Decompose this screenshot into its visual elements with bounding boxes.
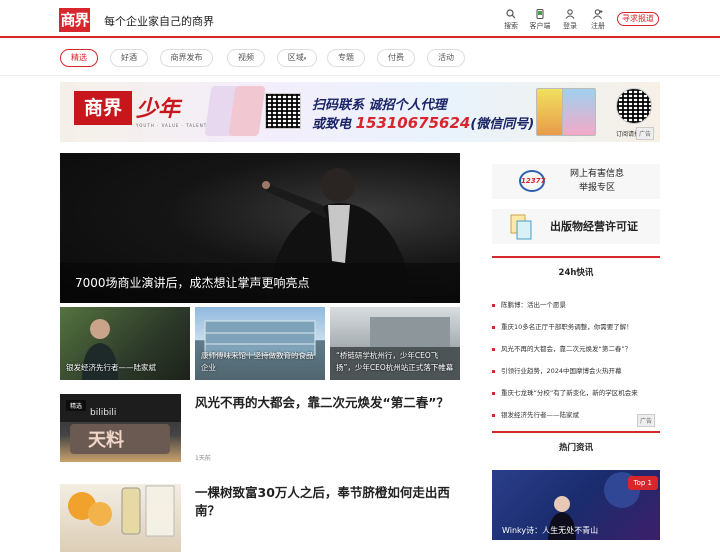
- svg-text:bilibili: bilibili: [90, 408, 116, 418]
- banner-ad[interactable]: 商界 少年 YOUTH · VALUE · TALENT 扫码联系 诚招个人代理…: [60, 82, 660, 142]
- nav-item-paid[interactable]: 付费: [377, 49, 415, 67]
- svg-text:天料: 天料: [88, 429, 124, 451]
- hot-news-card[interactable]: Top 1 Winky诗：人生无处不青山: [492, 470, 660, 540]
- banner-deco: [228, 86, 266, 136]
- phone-icon: [536, 9, 544, 19]
- tile-title: “桥链研学杭州行，少年CEO飞扬”，少年CEO杭州站正式落下帷幕: [336, 351, 454, 372]
- report-box[interactable]: 12377 网上有害信息 举报专区: [492, 164, 660, 199]
- article-time: 1天前: [195, 455, 211, 462]
- chevron-down-icon: ▾: [303, 56, 307, 62]
- hero-title: 7000场商业演讲后，成杰想让掌声更响亮点: [75, 276, 310, 290]
- banner-logo: 商界: [74, 91, 132, 125]
- banner-line2-suffix: (微信同号): [470, 117, 535, 132]
- section-divider: [492, 431, 660, 433]
- nav-item-release[interactable]: 商界发布: [160, 49, 213, 67]
- article-tile[interactable]: 康师傅味来馆丨坚持做教育的食品企业: [195, 307, 325, 380]
- category-nav: 精选 好酒 商界发布 视频 区域▾ 专题 付费 活动: [0, 40, 720, 76]
- report-badge: 12377: [519, 170, 545, 192]
- section-divider: [492, 256, 660, 258]
- nav-item-region[interactable]: 区域▾: [277, 49, 317, 67]
- article-tile[interactable]: 银发经济先行者——陆家斌: [60, 307, 190, 380]
- ad-label: 广告: [635, 127, 654, 140]
- site-logo[interactable]: 商界: [59, 8, 90, 32]
- subscribe-qr-code: [616, 88, 652, 124]
- nav-region-label: 区域: [287, 53, 304, 62]
- seek-report-button[interactable]: 寻求报道: [617, 12, 659, 26]
- user-icon: [565, 9, 575, 19]
- banner-phone: 15310675624: [355, 114, 471, 132]
- banner-line2: 或致电 15310675624(微信同号): [312, 113, 534, 132]
- article-thumbnail: [68, 485, 175, 537]
- license-label: 出版物经营许可证: [550, 220, 638, 233]
- search-tool[interactable]: 搜索: [499, 9, 523, 31]
- site-slogan: 每个企业家自己的商界: [104, 15, 214, 28]
- flash-section-title: 24h快讯: [558, 268, 594, 278]
- banner-brand-tagline: YOUTH · VALUE · TALENT: [136, 123, 208, 128]
- top-header: 商界 每个企业家自己的商界 搜索 客户端 登录 注册 寻求报道: [0, 0, 720, 38]
- tile-title: 康师傅味来馆丨坚持做教育的食品企业: [201, 351, 314, 372]
- report-line2: 举报专区: [578, 183, 615, 193]
- top1-badge: Top 1: [627, 476, 658, 490]
- nav-item-event[interactable]: 活动: [427, 49, 465, 67]
- article-image[interactable]: [60, 484, 181, 552]
- search-icon: [506, 9, 516, 19]
- magazine-cover: [562, 88, 596, 136]
- search-label: 搜索: [504, 22, 518, 30]
- nav-item-topic[interactable]: 专题: [327, 49, 365, 67]
- banner-qr-code: [265, 93, 301, 129]
- app-label: 客户端: [529, 22, 551, 30]
- report-line1: 网上有害信息: [569, 169, 624, 179]
- nav-item-featured[interactable]: 精选: [60, 49, 98, 67]
- article-title[interactable]: 一棵树致富30万人之后，奉节脐橙如何走出西南？: [195, 484, 460, 520]
- article-tile[interactable]: “桥链研学杭州行，少年CEO飞扬”，少年CEO杭州站正式落下帷幕: [330, 307, 460, 380]
- flash-item[interactable]: 重庆七龙珠“分校”有了新变化，新的学区机会来: [492, 387, 638, 397]
- ad-label: 广告: [637, 414, 656, 427]
- app-tool[interactable]: 客户端: [528, 9, 552, 31]
- hot-caption: Winky诗：人生无处不青山: [502, 526, 599, 535]
- login-label: 登录: [563, 22, 577, 30]
- register-label: 注册: [591, 22, 605, 30]
- tile-title: 银发经济先行者——陆家斌: [66, 363, 156, 372]
- login-tool[interactable]: 登录: [558, 9, 582, 31]
- article-tag: 精选: [66, 400, 87, 411]
- flash-item[interactable]: 银发经济先行者——陆家斌: [492, 409, 579, 419]
- banner-brand: 少年: [136, 97, 181, 122]
- article-image[interactable]: bilibili 天料 精选: [60, 394, 181, 462]
- register-tool[interactable]: 注册: [586, 9, 610, 31]
- hot-section-title: 热门资讯: [558, 443, 593, 453]
- banner-line1: 扫码联系 诚招个人代理: [312, 98, 447, 113]
- flash-item[interactable]: 风光不再的大都会，靠二次元焕发“第二春”？: [492, 343, 631, 353]
- banner-line2-prefix: 或致电: [312, 117, 352, 132]
- flash-item[interactable]: 重庆10多名正厅干部职务调整，你需要了解！: [492, 321, 633, 331]
- article-title[interactable]: 风光不再的大都会，靠二次元焕发“第二春”？: [195, 394, 460, 412]
- license-icon: [510, 214, 532, 240]
- user-add-icon: [593, 9, 603, 19]
- hero-article[interactable]: 7000场商业演讲后，成杰想让掌声更响亮点: [60, 153, 460, 303]
- nav-item-video[interactable]: 视频: [227, 49, 265, 67]
- license-box[interactable]: 出版物经营许可证: [492, 209, 660, 244]
- flash-item[interactable]: 引领行业趋势，2024中国摩博会火热开幕: [492, 365, 622, 375]
- flash-item[interactable]: 陈鹏博：活出一个愿景: [492, 299, 566, 309]
- nav-item-wine[interactable]: 好酒: [110, 49, 148, 67]
